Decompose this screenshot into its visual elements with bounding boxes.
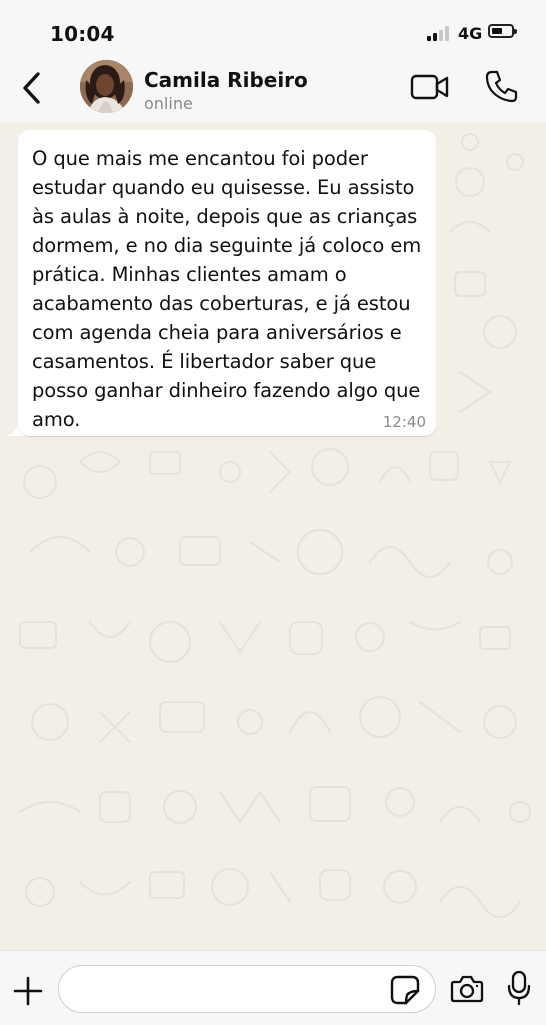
chevron-left-icon	[23, 72, 40, 104]
plus-icon	[13, 976, 43, 1006]
sticker-button[interactable]	[390, 975, 420, 1005]
video-camera-icon	[410, 74, 449, 100]
contact-name[interactable]: Camila Ribeiro	[144, 68, 308, 92]
message-input[interactable]	[58, 965, 436, 1013]
status-bar: 10:04 4G	[0, 0, 546, 60]
attach-button[interactable]	[12, 975, 44, 1007]
incoming-message-bubble[interactable]: O que mais me encantou foi poder estudar…	[18, 130, 436, 436]
network-type: 4G	[458, 24, 483, 43]
battery-icon	[488, 24, 517, 38]
chat-area[interactable]: O que mais me encantou foi poder estudar…	[0, 122, 546, 950]
phone-icon	[485, 70, 518, 103]
microphone-icon	[507, 970, 531, 1006]
chat-header: Camila Ribeiro online	[0, 60, 546, 123]
avatar[interactable]	[80, 60, 133, 113]
sticker-icon	[390, 975, 420, 1005]
voice-call-button[interactable]	[484, 68, 520, 104]
message-text: O que mais me encantou foi poder estudar…	[32, 147, 422, 431]
camera-button[interactable]	[450, 973, 484, 1005]
cellular-signal-icon	[427, 25, 453, 41]
composer-bar	[0, 950, 546, 1025]
status-time: 10:04	[50, 22, 115, 46]
video-call-button[interactable]	[410, 72, 450, 102]
back-button[interactable]	[16, 68, 48, 108]
message-timestamp: 12:40	[382, 413, 426, 431]
voice-message-button[interactable]	[506, 969, 532, 1007]
contact-status: online	[144, 94, 193, 113]
camera-icon	[450, 975, 484, 1003]
